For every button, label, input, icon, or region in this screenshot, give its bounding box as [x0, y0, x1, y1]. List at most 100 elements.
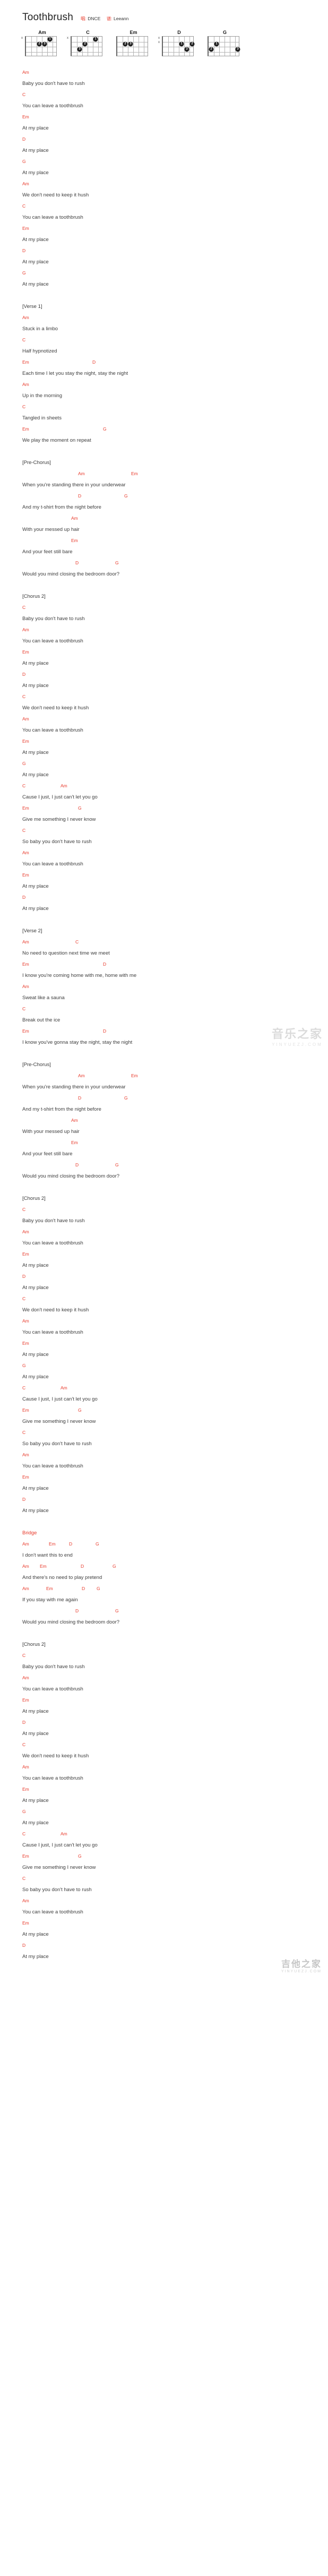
- chord-label: C: [22, 1652, 26, 1658]
- chord-label: G: [78, 1853, 82, 1859]
- lyric-line: When you're standing there in your under…: [22, 1084, 126, 1090]
- chord-label: Am: [78, 470, 85, 476]
- chord-line: Em: [22, 870, 328, 880]
- chord-label: C: [22, 203, 26, 209]
- chord-line: Am: [22, 1673, 328, 1683]
- chord-label: G: [96, 1541, 99, 1547]
- lyric-line: You can leave a toothbrush: [22, 1686, 83, 1692]
- finger-dot-3: 3: [77, 47, 82, 52]
- chord-line: Am: [22, 982, 328, 992]
- chord-line: Am: [22, 513, 328, 523]
- chord-line: C: [22, 1651, 328, 1661]
- chord-line: C: [22, 1205, 328, 1215]
- chord-label: G: [97, 1585, 100, 1591]
- chord-line: Am Em D G: [22, 1561, 328, 1572]
- chord-line: Em: [22, 647, 328, 657]
- chord-label: D: [22, 894, 26, 900]
- lyric-line: At my place: [22, 147, 49, 153]
- chord-label: Em: [131, 1072, 138, 1078]
- chord-line: D: [22, 892, 328, 903]
- chord-label: D: [78, 493, 82, 499]
- chord-diagram-row: Am x 1 2 3 Cx 1 2 3 Em 2 3 Dx x 1 2 3 G 1 2 3: [0, 27, 328, 65]
- chord-line: Am: [22, 1450, 328, 1460]
- lyric-line: At my place: [22, 1953, 49, 1960]
- line-spacer: [22, 1182, 328, 1192]
- chord-label: Am: [22, 939, 29, 944]
- chord-label: Am: [22, 1229, 29, 1234]
- chord-label: Em: [49, 1541, 56, 1547]
- chord-line: DG: [22, 558, 328, 568]
- finger-dot-2: 2: [37, 41, 42, 47]
- fretboard-grid: 123: [25, 36, 57, 56]
- chord-label: Am: [78, 1072, 85, 1078]
- lyrics-body: Am Baby you don't have to rush C You can le…: [0, 65, 328, 1963]
- chord-label: Em: [22, 961, 29, 967]
- chord-label: Em: [22, 1474, 29, 1480]
- chord-line: Em D: [22, 357, 328, 367]
- lyric-line: At my place: [22, 1819, 49, 1826]
- lyric-line: Would you mind closing the bedroom door?: [22, 571, 120, 577]
- chord-label: C: [22, 403, 26, 409]
- chord-line: Em G: [22, 424, 328, 434]
- line-spacer: [22, 1517, 328, 1527]
- chord-diagram-am: Am x 1 2 3: [21, 30, 59, 61]
- chord-line: Am: [22, 1227, 328, 1237]
- chord-label: D: [103, 961, 107, 967]
- chord-label: Em: [22, 359, 29, 365]
- section-header: [Chorus 2]: [22, 593, 46, 599]
- watermark-bottom-en: YINYUEZJ.COM: [281, 1969, 322, 1973]
- chord-line: Em: [22, 736, 328, 746]
- chord-line: C: [22, 1428, 328, 1438]
- lyric-line: And your feet still bare: [22, 1150, 73, 1157]
- lyric-line: Baby you don't have to rush: [22, 1217, 85, 1224]
- chord-line: Am: [22, 848, 328, 858]
- chord-line: DG: [22, 1160, 328, 1170]
- chord-label: Em: [22, 1853, 29, 1859]
- chord-label: G: [22, 1362, 26, 1368]
- chord-label: Em: [22, 1697, 29, 1703]
- lyric-line: You can leave a toothbrush: [22, 1909, 83, 1915]
- chord-line: C: [22, 1004, 328, 1014]
- lyric-line: You can leave a toothbrush: [22, 727, 83, 733]
- lyric-line: Tangled in sheets: [22, 415, 62, 421]
- chord-label: G: [103, 426, 107, 432]
- fretboard-grid: 123: [71, 36, 102, 56]
- chord-line: C: [22, 90, 328, 100]
- lyric-line: So baby you don't have to rush: [22, 838, 92, 845]
- lyric-line: And my t-shirt from the night before: [22, 1106, 101, 1112]
- chord-label: Em: [22, 225, 29, 231]
- chord-label: Em: [22, 1028, 29, 1034]
- chord-line: C Am: [22, 781, 328, 791]
- chord-sheet-page: Toothbrush 唱: DNCE 谱: Leeann Am x 1 2 3 Cx 1 2 3…: [0, 0, 328, 1979]
- chord-label: Am: [22, 1318, 29, 1324]
- chord-label: Am: [22, 381, 29, 387]
- chord-label: D: [22, 1273, 26, 1279]
- chord-diagram-name: Am: [38, 30, 46, 35]
- chord-line: Em: [22, 1784, 328, 1794]
- chord-label: Am: [22, 1764, 29, 1770]
- chord-label: G: [22, 270, 26, 276]
- chord-label: Am: [22, 1897, 29, 1903]
- chord-line: Em: [22, 224, 328, 234]
- chord-label: Am: [22, 69, 29, 75]
- chord-label: D: [75, 1608, 79, 1613]
- chord-diagram-name: C: [86, 30, 90, 35]
- credit-transcriber-label: 谱: [106, 16, 111, 21]
- chord-label: Em: [22, 1786, 29, 1792]
- credit-singer-value: DNCE: [88, 16, 101, 21]
- chord-line: C: [22, 201, 328, 211]
- chord-label: C: [22, 1295, 26, 1301]
- chord-label: Am: [22, 1563, 29, 1569]
- chord-label: Am: [61, 783, 67, 788]
- lyric-line: Each time I let you stay the night, stay…: [22, 370, 128, 376]
- chord-label: Em: [22, 649, 29, 655]
- lyric-line: At my place: [22, 1931, 49, 1937]
- lyric-line: Give me something I never know: [22, 816, 96, 822]
- lyric-line: You can leave a toothbrush: [22, 102, 83, 109]
- chord-line: G: [22, 268, 328, 278]
- chord-label: D: [78, 1095, 82, 1101]
- finger-dot-3: 3: [184, 47, 189, 52]
- chord-label: Am: [22, 1675, 29, 1680]
- chord-label: Em: [22, 872, 29, 878]
- chord-line: C: [22, 692, 328, 702]
